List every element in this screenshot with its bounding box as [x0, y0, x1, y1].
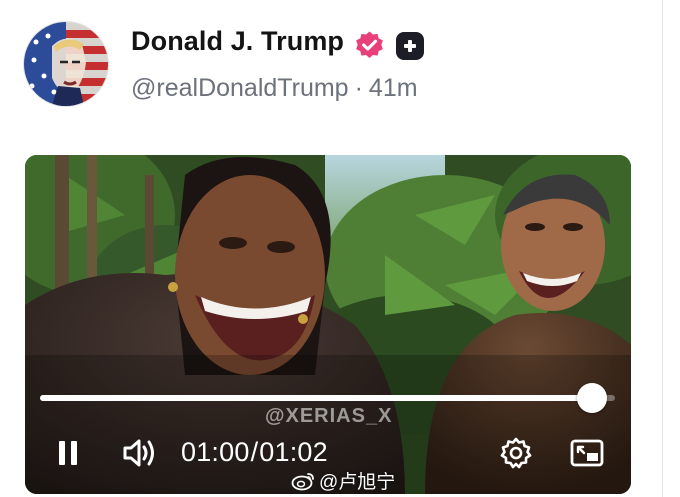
video-duration: 01:02: [259, 437, 328, 467]
video-progress-fill: [40, 395, 592, 401]
video-current-time: 01:00: [181, 437, 250, 467]
plus-subscriber-icon: [396, 32, 424, 60]
avatar-flag-portrait-icon: [24, 22, 108, 106]
pause-icon[interactable]: [53, 437, 85, 469]
timeline-divider: [662, 0, 663, 497]
video-time-display: 01:00/01:02: [181, 437, 328, 468]
settings-gear-icon[interactable]: [499, 436, 533, 470]
author-handle[interactable]: @realDonaldTrump: [131, 74, 349, 102]
author-meta: @realDonaldTrump · 41m: [131, 74, 418, 103]
post-time[interactable]: 41m: [369, 74, 418, 102]
weibo-logo-icon: [291, 473, 314, 491]
volume-icon[interactable]: [121, 436, 157, 470]
video-player[interactable]: @XERIAS_X 01:00/01:02: [25, 155, 631, 494]
video-progress-handle[interactable]: [577, 383, 607, 413]
image-source-watermark-text: @卢旭宁: [319, 472, 396, 493]
video-overlay-watermark: @XERIAS_X: [265, 405, 393, 427]
author-avatar[interactable]: [24, 22, 108, 106]
video-progress-bar[interactable]: [40, 395, 615, 401]
image-source-watermark: @卢旭宁: [291, 467, 395, 494]
video-frame: [25, 155, 631, 494]
author-display-name[interactable]: Donald J. Trump: [131, 26, 344, 57]
verified-badge-icon: [356, 31, 383, 58]
meta-separator: ·: [354, 74, 363, 102]
picture-in-picture-icon[interactable]: [569, 437, 605, 469]
video-time-separator: /: [250, 437, 259, 467]
